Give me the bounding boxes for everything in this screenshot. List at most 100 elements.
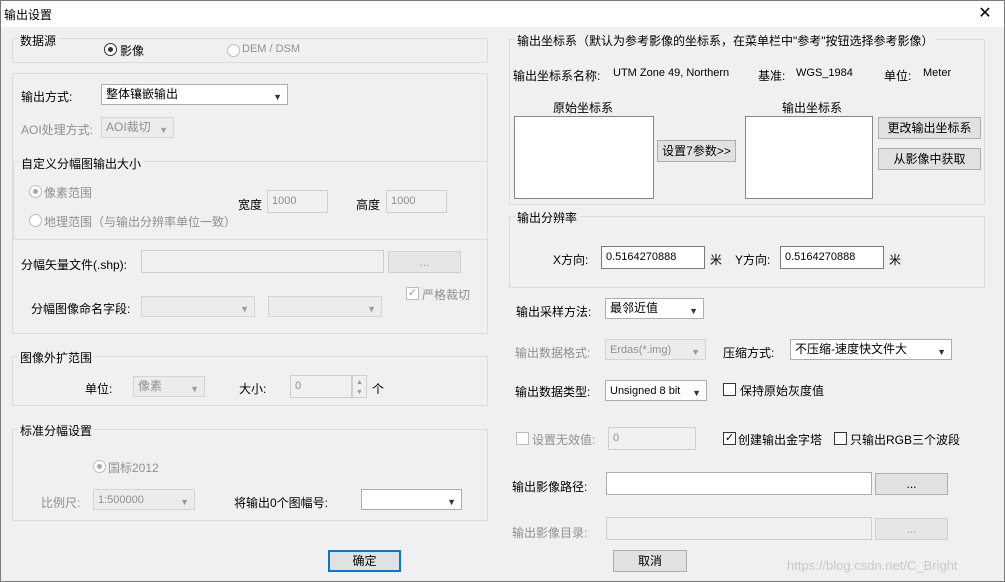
- resample-label: 输出采样方法:: [516, 305, 592, 319]
- height-label: 高度: [356, 198, 381, 212]
- tile-no-select[interactable]: ▼: [361, 489, 462, 510]
- datum-label: 基准:: [758, 69, 786, 83]
- change-crs-button[interactable]: 更改输出坐标系: [878, 117, 981, 139]
- title-bar: 输出设置 ✕: [1, 1, 1004, 27]
- y-res-unit: 米: [889, 253, 902, 267]
- expand-size-label: 大小:: [239, 382, 267, 396]
- keep-gray-checkbox[interactable]: [723, 383, 736, 396]
- resample-select[interactable]: 最邻近值 ▼: [605, 298, 704, 319]
- compress-label: 压缩方式:: [723, 346, 775, 360]
- nodata-checkbox[interactable]: [516, 432, 529, 445]
- aoi-mode-select[interactable]: AOI裁切 ▼: [101, 117, 174, 138]
- radio-gb2012[interactable]: [93, 460, 106, 473]
- close-icon[interactable]: ✕: [976, 5, 994, 23]
- expand-range-title: 图像外扩范围: [18, 349, 95, 366]
- chevron-down-icon: ▼: [273, 92, 282, 102]
- radio-pixel-range-label[interactable]: 像素范围: [44, 184, 92, 201]
- tile-vector-browse-button[interactable]: ...: [388, 251, 461, 273]
- tile-vector-input[interactable]: [141, 250, 384, 273]
- tile-no-label: 将输出0个图幅号:: [234, 496, 329, 510]
- chevron-down-icon: ▼: [692, 388, 701, 398]
- datum-value: WGS_1984: [796, 67, 853, 79]
- output-mode-label: 输出方式:: [21, 90, 73, 104]
- output-settings-dialog: 输出设置 ✕ 数据源 影像 DEM / DSM 输出方式: 整体镶嵌输出 ▼ AO…: [0, 0, 1005, 582]
- radio-dem[interactable]: [227, 44, 240, 57]
- target-crs-box[interactable]: [745, 116, 873, 199]
- expand-unit-select[interactable]: 像素 ▼: [133, 376, 205, 397]
- chevron-down-icon: ▼: [447, 497, 456, 507]
- strict-crop-checkbox[interactable]: ✓: [406, 287, 419, 300]
- x-res-input[interactable]: 0.5164270888: [601, 246, 705, 269]
- radio-gb2012-label[interactable]: 国标2012: [108, 459, 159, 476]
- nodata-input[interactable]: 0: [608, 427, 696, 450]
- chevron-down-icon: ▼: [159, 125, 168, 135]
- expand-unit-label: 单位:: [85, 382, 113, 396]
- radio-image-label[interactable]: 影像: [120, 42, 144, 59]
- scale-label: 比例尺:: [41, 496, 81, 510]
- crs-from-image-button[interactable]: 从影像中获取: [878, 148, 981, 170]
- x-res-label: X方向:: [553, 253, 589, 267]
- output-dir-browse-button[interactable]: ...: [875, 518, 948, 540]
- crs-unit-label: 单位:: [884, 69, 912, 83]
- watermark-text: https://blog.csdn.net/C_Bright: [787, 558, 958, 573]
- source-crs-title: 原始坐标系: [553, 101, 614, 115]
- keep-gray-label[interactable]: 保持原始灰度值: [740, 382, 824, 399]
- chevron-down-icon: ▼: [689, 306, 698, 316]
- pyramid-label[interactable]: 创建输出金字塔: [738, 431, 822, 448]
- radio-pixel-range[interactable]: [29, 185, 42, 198]
- rgb-only-checkbox[interactable]: [834, 432, 847, 445]
- name-field-select-1[interactable]: ▼: [141, 296, 255, 317]
- ok-button[interactable]: 确定: [328, 550, 401, 572]
- radio-geo-range[interactable]: [29, 214, 42, 227]
- scale-select[interactable]: 1:500000 ▼: [93, 489, 195, 510]
- radio-image[interactable]: [104, 43, 117, 56]
- nodata-label[interactable]: 设置无效值:: [532, 431, 595, 448]
- tile-size-title: 自定义分幅图输出大小: [19, 155, 144, 172]
- tile-vector-label: 分幅矢量文件(.shp):: [21, 258, 128, 272]
- compress-select[interactable]: 不压缩-速度快文件大 ▼: [790, 339, 952, 360]
- expand-size-input[interactable]: 0: [290, 375, 352, 398]
- strict-crop-label[interactable]: 严格裁切: [422, 286, 470, 303]
- window-title: 输出设置: [4, 8, 53, 22]
- format-label: 输出数据格式:: [515, 346, 591, 360]
- rgb-only-label[interactable]: 只输出RGB三个波段: [850, 431, 960, 448]
- chevron-down-icon: ▼: [240, 304, 249, 314]
- seven-param-button[interactable]: 设置7参数>>: [657, 140, 736, 162]
- name-field-select-2[interactable]: ▼: [268, 296, 382, 317]
- dtype-label: 输出数据类型:: [515, 385, 591, 399]
- output-dir-input[interactable]: [606, 517, 872, 540]
- y-res-label: Y方向:: [735, 253, 771, 267]
- y-res-input[interactable]: 0.5164270888: [780, 246, 884, 269]
- width-label: 宽度: [238, 198, 263, 212]
- output-dir-label: 输出影像目录:: [512, 526, 588, 540]
- data-source-title: 数据源: [18, 32, 59, 49]
- x-res-unit: 米: [710, 253, 723, 267]
- output-path-input[interactable]: [606, 472, 872, 495]
- resolution-title: 输出分辨率: [515, 209, 580, 226]
- spinner-down-icon: ▼: [356, 389, 363, 396]
- crs-name-label: 输出坐标系名称:: [513, 69, 601, 83]
- cancel-button[interactable]: 取消: [613, 550, 687, 572]
- standard-tile-title: 标准分幅设置: [18, 422, 95, 439]
- chevron-down-icon: ▼: [937, 347, 946, 357]
- source-crs-box[interactable]: [514, 116, 654, 199]
- target-crs-title: 输出坐标系: [782, 101, 843, 115]
- chevron-down-icon: ▼: [180, 497, 189, 507]
- width-input[interactable]: 1000: [267, 190, 328, 213]
- output-path-browse-button[interactable]: ...: [875, 473, 948, 495]
- name-field-label: 分幅图像命名字段:: [31, 302, 131, 316]
- radio-geo-range-label[interactable]: 地理范围（与输出分辨率单位一致）: [44, 213, 236, 230]
- crs-unit-value: Meter: [923, 67, 952, 79]
- format-select[interactable]: Erdas(*.img) ▼: [605, 339, 706, 360]
- height-input[interactable]: 1000: [386, 190, 447, 213]
- spinner-up-icon: ▲: [356, 379, 363, 386]
- expand-size-spinner[interactable]: ▲ ▼: [352, 375, 367, 398]
- crs-name-value: UTM Zone 49, Northern: [613, 67, 730, 79]
- chevron-down-icon: ▼: [190, 384, 199, 394]
- dtype-select[interactable]: Unsigned 8 bit ▼: [605, 380, 707, 401]
- chevron-down-icon: ▼: [691, 347, 700, 357]
- pyramid-checkbox[interactable]: ✓: [723, 432, 736, 445]
- output-mode-select[interactable]: 整体镶嵌输出 ▼: [101, 84, 288, 105]
- radio-dem-label[interactable]: DEM / DSM: [242, 43, 300, 55]
- output-path-label: 输出影像路径:: [512, 480, 588, 494]
